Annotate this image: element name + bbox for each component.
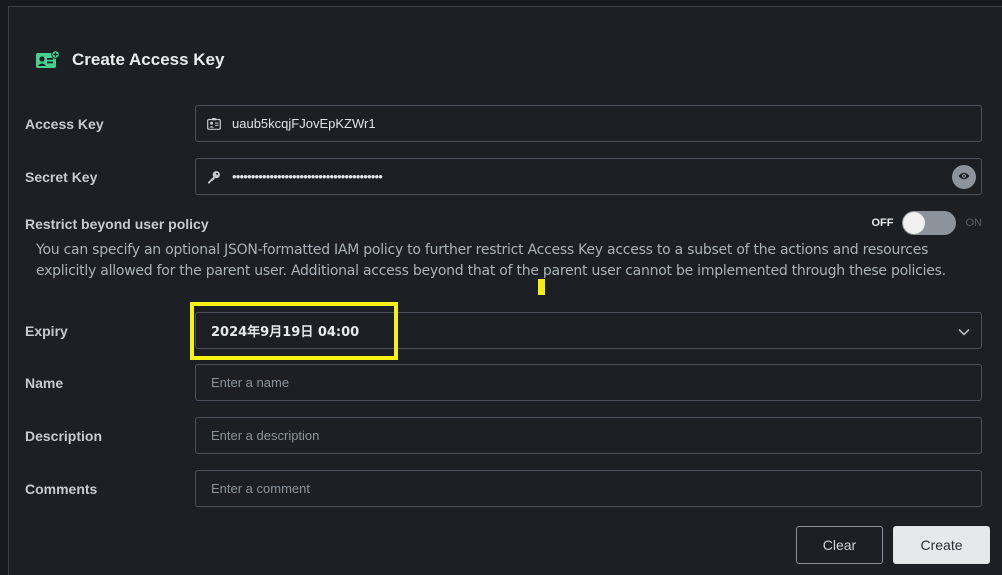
clear-button[interactable]: Clear [796, 526, 883, 564]
id-badge-icon [207, 117, 221, 131]
description-field[interactable] [195, 417, 982, 454]
restrict-policy-row: Restrict beyond user policy OFF ON [25, 211, 983, 236]
restrict-policy-description: You can specify an optional JSON-formatt… [36, 242, 946, 279]
toggle-off-label: OFF [871, 217, 894, 229]
panel-header: Create Access Key [34, 44, 224, 76]
access-key-row: Access Key uaub5kcqjFJovEpKZWr1 [25, 105, 982, 142]
comments-input[interactable] [196, 470, 981, 507]
secret-key-value: •••••••••••••••••••••••••••••••••••••••• [232, 169, 383, 184]
access-key-label: Access Key [25, 115, 104, 132]
toggle-knob [902, 212, 925, 234]
access-key-value: uaub5kcqjFJovEpKZWr1 [232, 116, 376, 131]
create-button[interactable]: Create [893, 526, 990, 564]
description-row: Description [25, 417, 982, 454]
eye-icon [958, 168, 970, 186]
expiry-row: Expiry 2024年9月19日 04:00 [25, 312, 982, 349]
name-field[interactable] [195, 364, 982, 401]
page-title: Create Access Key [72, 50, 225, 69]
name-input[interactable] [196, 364, 981, 401]
comments-field[interactable] [195, 470, 982, 507]
secret-key-row: Secret Key •••••••••••••••••••••••••••••… [25, 158, 982, 195]
show-secret-button[interactable] [952, 165, 976, 189]
description-input[interactable] [196, 417, 981, 454]
toggle-on-label: ON [965, 217, 983, 229]
name-label: Name [25, 374, 64, 391]
chevron-down-icon [957, 325, 971, 337]
expiry-label: Expiry [25, 322, 68, 339]
comments-label: Comments [25, 480, 98, 497]
text-cursor-marker [538, 279, 545, 295]
key-icon [207, 170, 221, 184]
expiry-highlight-annotation [190, 302, 398, 360]
secret-key-label: Secret Key [25, 168, 98, 185]
restrict-policy-toggle-group: OFF ON [871, 211, 983, 235]
name-row: Name [25, 364, 982, 401]
access-key-field[interactable]: uaub5kcqjFJovEpKZWr1 [195, 105, 982, 142]
description-label: Description [25, 427, 103, 444]
id-card-icon [34, 49, 62, 71]
restrict-policy-toggle[interactable] [901, 211, 956, 235]
comments-row: Comments [25, 470, 982, 507]
restrict-policy-label: Restrict beyond user policy [25, 216, 209, 232]
secret-key-field[interactable]: •••••••••••••••••••••••••••••••••••••••• [195, 158, 982, 195]
